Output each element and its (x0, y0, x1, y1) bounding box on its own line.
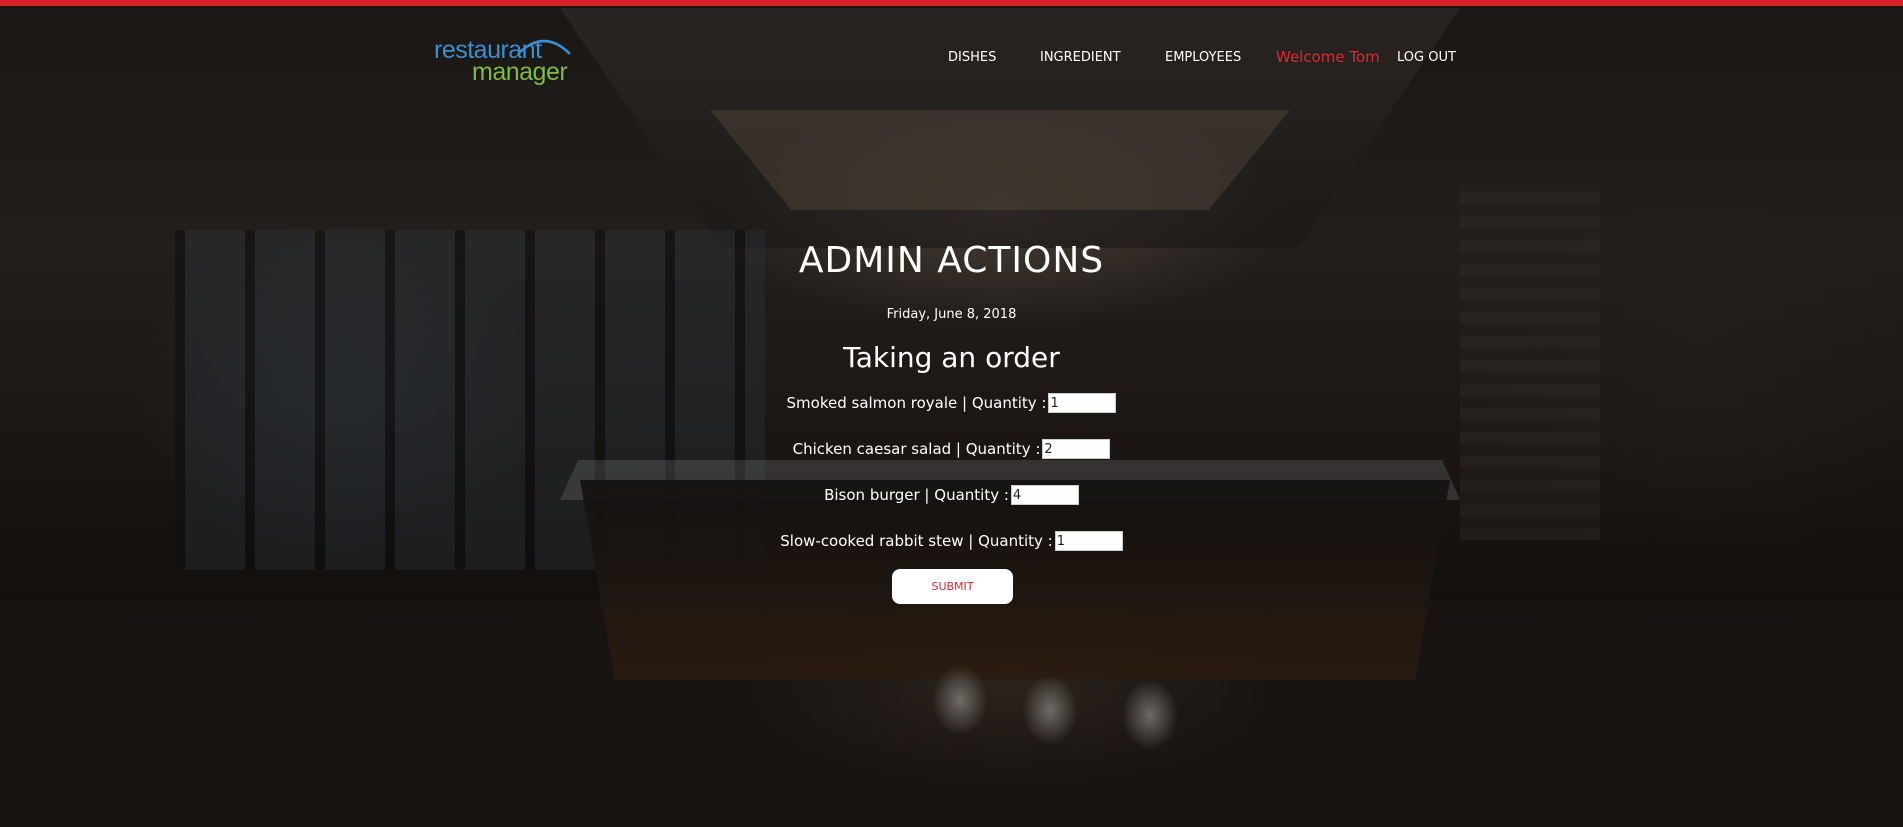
order-item-label: Chicken caesar salad | Quantity : (792, 440, 1041, 458)
welcome-user: Welcome Tom (1276, 48, 1380, 66)
order-item-label: Bison burger | Quantity : (824, 486, 1009, 504)
quantity-input-rabbit-stew[interactable] (1054, 531, 1123, 551)
nav-dishes[interactable]: DISHES (948, 50, 996, 65)
submit-button[interactable]: SUBMIT (892, 569, 1013, 604)
logo[interactable]: restaurant manager (434, 30, 571, 88)
page-date: Friday, June 8, 2018 (886, 307, 1017, 322)
order-row-bison-burger: Bison burger | Quantity : (0, 485, 1903, 505)
page-title: ADMIN ACTIONS (798, 240, 1105, 281)
background-overlay (0, 0, 1903, 827)
order-row-rabbit-stew: Slow-cooked rabbit stew | Quantity : (0, 531, 1903, 551)
quantity-input-chicken-caesar[interactable] (1042, 439, 1111, 459)
nav-logout[interactable]: LOG OUT (1397, 50, 1456, 65)
order-item-label: Slow-cooked rabbit stew | Quantity : (780, 532, 1053, 550)
order-row-smoked-salmon: Smoked salmon royale | Quantity : (0, 393, 1903, 413)
nav-ingredient[interactable]: INGREDIENT (1040, 50, 1121, 65)
nav-employees[interactable]: EMPLOYEES (1165, 50, 1241, 65)
order-item-label: Smoked salmon royale | Quantity : (786, 394, 1047, 412)
logo-text-manager: manager (472, 58, 568, 86)
quantity-input-smoked-salmon[interactable] (1048, 393, 1117, 413)
top-accent-bar (0, 0, 1903, 6)
quantity-input-bison-burger[interactable] (1010, 485, 1079, 505)
order-row-chicken-caesar: Chicken caesar salad | Quantity : (0, 439, 1903, 459)
page: restaurant manager DISHES INGREDIENT EMP… (0, 0, 1903, 827)
section-title: Taking an order (843, 341, 1060, 374)
